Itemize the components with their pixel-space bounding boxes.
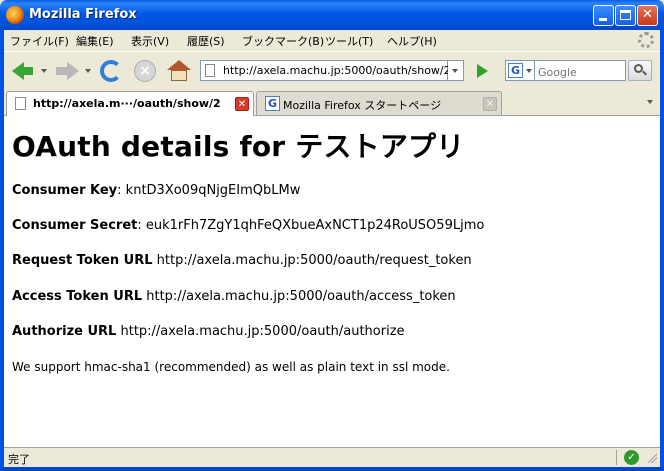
forward-history-dropdown-icon[interactable] — [85, 69, 91, 73]
request-token-url-row: Request Token URL http://axela.machu.jp:… — [12, 253, 472, 268]
status-bar: 完了 ✓ — [4, 447, 660, 467]
search-engine-selector[interactable]: G — [505, 60, 534, 81]
stop-icon[interactable]: × — [132, 59, 158, 83]
throbber-icon — [638, 32, 654, 48]
status-divider — [616, 450, 617, 465]
check-icon[interactable]: ✓ — [624, 450, 639, 465]
chevron-down-icon — [526, 69, 532, 73]
tab-strip: http://axela.m···/oauth/show/2 ✕ G Mozil… — [4, 89, 660, 116]
signature-note: We support hmac-sha1 (recommended) as we… — [12, 360, 450, 374]
page-icon — [15, 97, 26, 110]
status-text: 完了 — [8, 453, 30, 466]
window-frame-right — [660, 30, 664, 471]
tab-label: Mozilla Firefox スタートページ — [283, 99, 442, 112]
field-label: Request Token URL — [12, 253, 153, 268]
field-value: http://axela.machu.jp:5000/oauth/request… — [156, 253, 472, 268]
back-arrow-icon[interactable] — [10, 59, 36, 83]
page-content: OAuth details for テストアプリ Consumer Key: k… — [4, 116, 660, 447]
search-input[interactable] — [534, 60, 626, 81]
field-value: http://axela.machu.jp:5000/oauth/authori… — [120, 324, 405, 339]
search-button[interactable] — [628, 60, 652, 81]
google-icon: G — [265, 96, 280, 111]
maximize-button[interactable] — [615, 5, 636, 26]
firefox-logo-icon — [6, 6, 24, 24]
title-bar[interactable]: Mozilla Firefox ✕ — [0, 0, 664, 30]
close-tab-icon[interactable]: ✕ — [235, 97, 249, 111]
url-history-dropdown[interactable] — [448, 60, 464, 81]
consumer-key-row: Consumer Key: kntD3Xo09qNjgEImQbLMw — [12, 183, 301, 198]
chevron-down-icon — [452, 69, 458, 73]
minimize-button[interactable] — [593, 5, 614, 26]
menu-history[interactable]: 履歴(S) — [187, 33, 225, 49]
tab-oauth-show[interactable]: http://axela.m···/oauth/show/2 ✕ — [6, 91, 254, 116]
page-icon — [205, 64, 215, 77]
chevron-down-icon — [647, 100, 653, 104]
consumer-secret-row: Consumer Secret: euk1rFh7ZgY1qhFeQXbueAx… — [12, 218, 485, 233]
all-tabs-button[interactable] — [644, 95, 658, 109]
field-value: http://axela.machu.jp:5000/oauth/access_… — [146, 289, 456, 304]
url-text[interactable]: http://axela.machu.jp:5000/oauth/show/2 — [223, 64, 451, 77]
authorize-url-row: Authorize URL http://axela.machu.jp:5000… — [12, 324, 405, 339]
field-label: Access Token URL — [12, 289, 143, 304]
menu-help[interactable]: ヘルプ(H) — [387, 33, 437, 49]
menu-bar: ファイル(F) 編集(E) 表示(V) 履歴(S) ブックマーク(B) ツール(… — [4, 30, 660, 51]
google-icon: G — [508, 63, 523, 78]
forward-arrow-icon[interactable] — [54, 59, 80, 83]
home-icon[interactable] — [166, 59, 192, 83]
menu-bookmarks[interactable]: ブックマーク(B) — [242, 33, 324, 49]
minimize-icon — [599, 18, 607, 21]
menu-file[interactable]: ファイル(F) — [10, 33, 69, 49]
menu-edit[interactable]: 編集(E) — [76, 33, 114, 49]
close-window-button[interactable]: ✕ — [637, 5, 658, 26]
field-label: Consumer Key — [12, 183, 118, 198]
menu-tools[interactable]: ツール(T) — [325, 33, 373, 49]
field-value: kntD3Xo09qNjgEImQbLMw — [125, 183, 301, 198]
resize-grip-icon[interactable] — [646, 452, 657, 463]
close-icon: ✕ — [642, 7, 653, 22]
tab-label: http://axela.m···/oauth/show/2 — [33, 97, 221, 110]
window-title: Mozilla Firefox — [29, 7, 137, 22]
field-value: euk1rFh7ZgY1qhFeQXbueAxNCT1p24RoUSO59Ljm… — [145, 218, 485, 233]
window-frame-bottom — [0, 467, 664, 471]
menu-view[interactable]: 表示(V) — [131, 33, 169, 49]
field-label: Consumer Secret — [12, 218, 138, 233]
navigation-toolbar: × http://axela.machu.jp:5000/oauth/show/… — [4, 51, 660, 90]
maximize-icon — [620, 10, 631, 20]
tab-start-page[interactable]: G Mozilla Firefox スタートページ ✕ — [256, 91, 502, 115]
go-icon[interactable] — [477, 64, 488, 78]
close-tab-icon[interactable]: ✕ — [483, 97, 497, 111]
back-history-dropdown-icon[interactable] — [41, 69, 47, 73]
access-token-url-row: Access Token URL http://axela.machu.jp:5… — [12, 289, 456, 304]
url-bar[interactable]: http://axela.machu.jp:5000/oauth/show/2 — [200, 60, 451, 81]
reload-icon[interactable] — [98, 59, 124, 83]
field-label: Authorize URL — [12, 324, 117, 339]
page-title: OAuth details for テストアプリ — [12, 130, 465, 163]
